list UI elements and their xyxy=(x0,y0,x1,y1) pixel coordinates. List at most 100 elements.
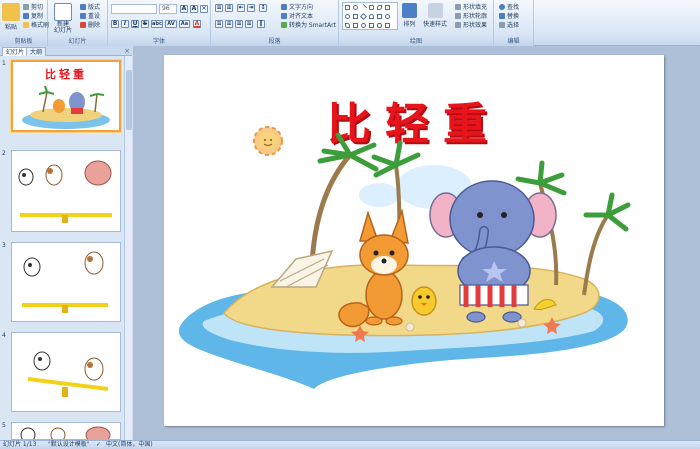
close-icon[interactable]: × xyxy=(124,47,130,55)
arc-shape-icon xyxy=(369,14,374,19)
reset-button[interactable]: 重设 xyxy=(80,11,100,20)
chick-character xyxy=(411,286,437,316)
convert-smartart-button[interactable]: 转换为 SmartArt xyxy=(281,20,336,29)
current-slide[interactable]: 比轻重 xyxy=(164,55,664,426)
strike-button[interactable]: S xyxy=(141,20,149,28)
delete-icon xyxy=(80,21,86,28)
copy-button[interactable]: 复制 xyxy=(23,11,43,20)
slide-number: 5 xyxy=(2,422,6,429)
scissors-icon xyxy=(23,3,29,10)
bullets-button[interactable]: ≡ xyxy=(215,4,223,12)
slides-group: 新建 幻灯片 版式 重设 删除 幻灯片 xyxy=(48,0,108,46)
font-color-button[interactable]: A xyxy=(193,20,201,28)
copy-icon xyxy=(23,12,29,19)
line-spacing-button[interactable]: ↕ xyxy=(259,4,267,12)
change-case-button[interactable]: Aa xyxy=(179,20,190,28)
font-size-combo[interactable]: 96 xyxy=(159,4,177,14)
spell-check-icon[interactable]: ✓ xyxy=(96,441,101,449)
layout-icon xyxy=(80,3,86,10)
thumbnail-seesaw-illustration xyxy=(18,160,112,223)
smile-shape-icon xyxy=(361,23,366,28)
arrange-icon xyxy=(402,3,417,18)
slide-thumbnail-3[interactable] xyxy=(11,242,121,322)
language-indicator[interactable]: 中文(简体，中国) xyxy=(106,441,153,449)
grow-font-button[interactable]: A xyxy=(180,5,188,13)
slide-thumbnail-2[interactable] xyxy=(11,150,121,232)
align-right-button[interactable]: ≡ xyxy=(235,20,243,28)
paste-button[interactable]: 粘贴 xyxy=(2,3,20,31)
line-shape-icon xyxy=(359,3,368,12)
quick-styles-icon xyxy=(427,3,443,18)
delete-button[interactable]: 删除 xyxy=(80,20,100,29)
decrease-indent-button[interactable]: ⇤ xyxy=(237,4,245,12)
slide-thumbnail-5[interactable] xyxy=(11,422,121,440)
rounded-rect-shape-icon xyxy=(369,5,374,10)
shape-fill-button[interactable]: 形状填充 xyxy=(455,2,487,11)
slide-thumbnail-4[interactable] xyxy=(11,332,121,412)
clipboard-label: 剪贴板 xyxy=(0,37,47,46)
shape-effects-button[interactable]: 形状效果 xyxy=(455,20,487,29)
star-shape-icon xyxy=(385,14,390,19)
text-direction-button[interactable]: 文字方向 xyxy=(281,2,313,11)
replace-button[interactable]: 替换 xyxy=(499,11,519,20)
slide-number: 1 xyxy=(2,60,6,67)
spacing-button[interactable]: AV xyxy=(165,20,177,28)
shapes-gallery[interactable] xyxy=(342,2,398,30)
shape-outline-button[interactable]: 形状轮廓 xyxy=(455,11,487,20)
slide-counter: 幻灯片 1/13 xyxy=(3,441,37,448)
bold-button[interactable]: B xyxy=(111,20,119,28)
justify-button[interactable]: ≡ xyxy=(245,20,253,28)
new-slide-icon xyxy=(54,3,72,21)
select-arrow-icon xyxy=(499,21,505,28)
arrow-shape-icon xyxy=(377,14,382,19)
callout-shape-icon xyxy=(353,23,358,28)
align-text-button[interactable]: 对齐文本 xyxy=(281,11,313,20)
shrink-font-button[interactable]: A xyxy=(190,5,198,13)
paragraph-group: ≡ ≡ ⇤ ⇥ ↕ ≡ ≡ ≡ ≡ ‖ 文字方向 对齐文本 转换为 SmartA… xyxy=(211,0,339,46)
align-text-icon xyxy=(281,12,287,19)
sun-icon xyxy=(253,126,283,156)
slides-label: 幻灯片 xyxy=(48,37,107,46)
increase-indent-button[interactable]: ⇥ xyxy=(247,4,255,12)
diamond-shape-icon xyxy=(359,12,368,21)
pane-tabs: 幻灯片 大纲 × xyxy=(0,46,132,56)
underline-button[interactable]: U xyxy=(131,20,139,28)
align-center-button[interactable]: ≡ xyxy=(225,20,233,28)
slide-number: 3 xyxy=(2,242,6,249)
scrollbar-thumb[interactable] xyxy=(126,70,132,130)
slides-pane: 幻灯片 大纲 × 1 比轻重 2 3 4 5 xyxy=(0,46,132,440)
smartart-icon xyxy=(281,21,287,28)
font-label: 字体 xyxy=(108,37,210,46)
circle-shape-icon xyxy=(345,14,350,19)
shadow-button[interactable]: abc xyxy=(151,20,163,28)
cut-button[interactable]: 剪切 xyxy=(23,2,43,11)
leaf-shape-icon xyxy=(377,5,382,10)
tab-outline[interactable]: 大纲 xyxy=(26,47,47,56)
thumbnail-scrollbar[interactable] xyxy=(124,56,132,440)
font-name-combo[interactable] xyxy=(111,4,157,14)
find-button[interactable]: 查找 xyxy=(499,2,519,11)
select-button[interactable]: 选择 xyxy=(499,20,519,29)
ribbon: 粘贴 剪切 复制 格式刷 剪贴板 新建 幻灯片 版式 重设 删除 幻灯片 96 … xyxy=(0,0,700,46)
columns-button[interactable]: ‖ xyxy=(257,20,265,28)
new-slide-button[interactable]: 新建 幻灯片 xyxy=(54,3,72,34)
numbering-button[interactable]: ≡ xyxy=(225,4,233,12)
slide-thumbnail-1[interactable]: 比轻重 xyxy=(11,60,121,132)
layout-button[interactable]: 版式 xyxy=(80,2,100,11)
text-direction-icon xyxy=(281,3,287,10)
arrange-button[interactable]: 排列 xyxy=(402,3,417,28)
italic-button[interactable]: I xyxy=(121,20,129,28)
thumbnail-seesaw-illustration xyxy=(27,351,109,397)
textbox-shape-icon xyxy=(385,5,390,10)
reset-icon xyxy=(80,12,86,19)
bracket-shape-icon xyxy=(369,23,374,28)
align-left-button[interactable]: ≡ xyxy=(215,20,223,28)
cube-shape-icon xyxy=(377,23,382,28)
slide-number: 4 xyxy=(2,332,6,339)
clear-format-button[interactable]: ✕ xyxy=(200,5,208,13)
slide-number: 2 xyxy=(2,150,6,157)
format-painter-button[interactable]: 格式刷 xyxy=(23,20,49,29)
editing-group: 查找 替换 选择 编辑 xyxy=(494,0,534,46)
tab-slides[interactable]: 幻灯片 xyxy=(2,47,29,56)
quick-styles-button[interactable]: 快速样式 xyxy=(423,3,447,28)
